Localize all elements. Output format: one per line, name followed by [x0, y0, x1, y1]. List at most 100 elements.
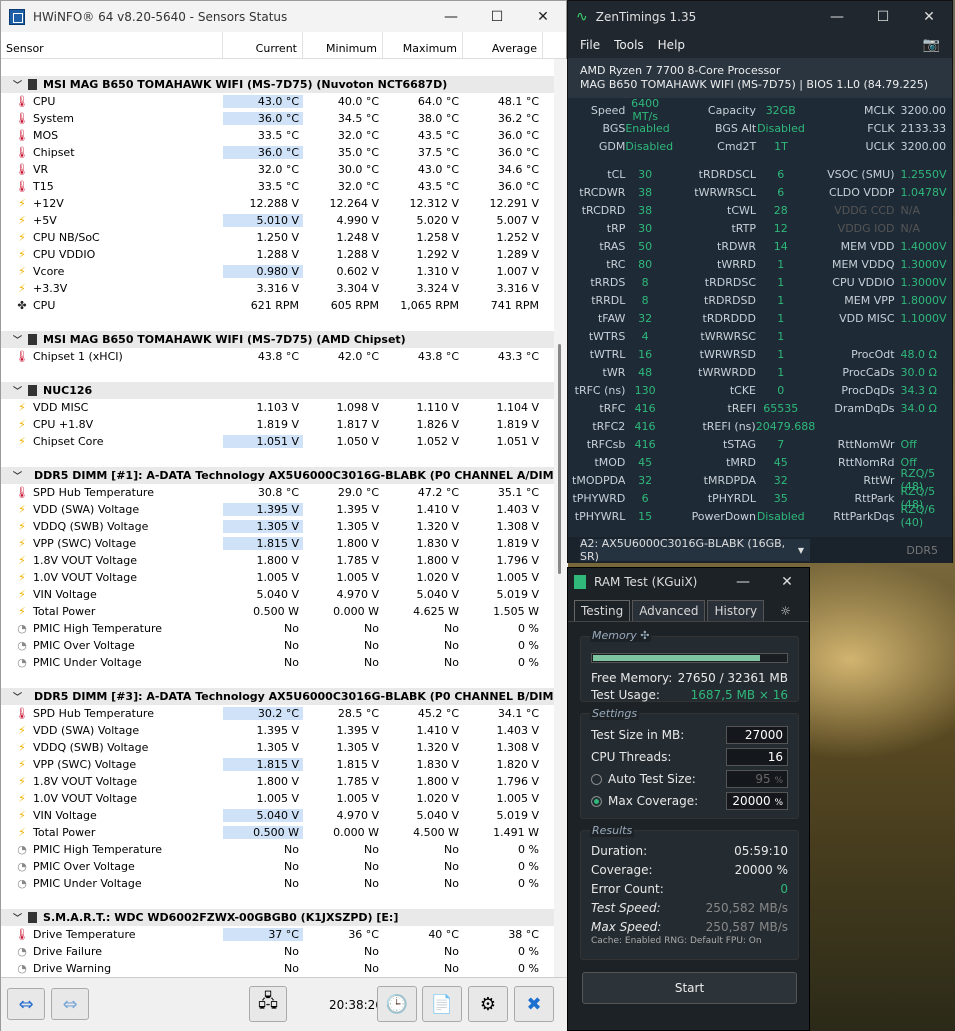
- sensor-row[interactable]: ⚡ VDD MISC 1.103 V 1.098 V 1.110 V 1.104 V: [1, 399, 554, 416]
- add-report-icon[interactable]: 📄: [422, 986, 462, 1022]
- col-sensor[interactable]: Sensor: [1, 32, 223, 58]
- col-current[interactable]: Current: [223, 32, 303, 58]
- sensor-group-header[interactable]: ﹀ NUC126: [1, 382, 554, 399]
- auto-size-input[interactable]: 95 %: [726, 770, 788, 788]
- close-x-icon[interactable]: ✖: [514, 986, 554, 1022]
- hwinfo-titlebar[interactable]: HWiNFO® 64 v8.20-5640 - Sensors Status —…: [1, 1, 566, 32]
- sensor-row[interactable]: ⚡ VDD (SWA) Voltage 1.395 V 1.395 V 1.410 V 1…: [1, 501, 554, 518]
- chevron-down-icon[interactable]: ﹀: [13, 690, 22, 703]
- maximize-button[interactable]: ☐: [474, 9, 520, 25]
- tab-testing[interactable]: Testing: [574, 600, 631, 621]
- module-select[interactable]: A2: AX5U6000C3016G-BLABK (16GB, SR) ▼: [580, 537, 810, 563]
- sensor-row[interactable]: ⚡ 1.8V VOUT Voltage 1.800 V 1.785 V 1.800 V 1…: [1, 773, 554, 790]
- sensor-scrollbar[interactable]: [554, 59, 568, 977]
- sensor-row[interactable]: ◔ PMIC High Temperature No No No 0 %: [1, 620, 554, 637]
- sensor-row[interactable]: ⚡ VDD (SWA) Voltage 1.395 V 1.395 V 1.410 V 1…: [1, 722, 554, 739]
- current-value: 1.395 V: [256, 724, 299, 737]
- menu-tools[interactable]: Tools: [614, 38, 644, 52]
- tab-history[interactable]: History: [707, 600, 765, 621]
- sensor-row[interactable]: 🌡 Chipset 1 (xHCI) 43.8 °C 42.0 °C 43.8 °C 43…: [1, 348, 554, 365]
- menu-help[interactable]: Help: [658, 38, 685, 52]
- menu-file[interactable]: File: [580, 38, 600, 52]
- sensor-row[interactable]: ◔ Drive Warning No No No 0 %: [1, 960, 554, 977]
- cpu-threads-input[interactable]: 16: [726, 748, 788, 766]
- zt-minimize-button[interactable]: —: [814, 9, 860, 25]
- sensor-row[interactable]: 🌡 Drive Temperature 37 °C 36 °C 40 °C 38 °C: [1, 926, 554, 943]
- sensor-group-header[interactable]: ﹀ MSI MAG B650 TOMAHAWK WIFI (MS-7D75) (A…: [1, 331, 554, 348]
- sensor-row[interactable]: ⚡ 1.8V VOUT Voltage 1.800 V 1.785 V 1.800 V 1…: [1, 552, 554, 569]
- sensor-group-header[interactable]: ﹀ S.M.A.R.T.: WDC WD6002FZWX-00GBGB0 (K1J…: [1, 909, 554, 926]
- auto-size-radio[interactable]: [591, 774, 602, 785]
- sensor-group-header[interactable]: ﹀ DDR5 DIMM [#1]: A-DATA Technology AX5U6…: [1, 467, 554, 484]
- sensor-row[interactable]: ⚡ VPP (SWC) Voltage 1.815 V 1.800 V 1.830 V 1…: [1, 535, 554, 552]
- col-average[interactable]: Average: [463, 32, 543, 58]
- chevron-down-icon[interactable]: ﹀: [13, 911, 22, 924]
- sensor-group-header[interactable]: ﹀ DDR5 DIMM [#3]: A-DATA Technology AX5U6…: [1, 688, 554, 705]
- chevron-down-icon[interactable]: ﹀: [13, 78, 22, 91]
- rt-minimize-button[interactable]: —: [721, 574, 765, 590]
- sensor-row[interactable]: ⚡ +5V 5.010 V 4.990 V 5.020 V 5.007 V: [1, 212, 554, 229]
- sensor-row[interactable]: 🌡 CPU 43.0 °C 40.0 °C 64.0 °C 48.1 °C: [1, 93, 554, 110]
- sensor-row[interactable]: 🌡 T15 33.5 °C 32.0 °C 43.5 °C 36.0 °C: [1, 178, 554, 195]
- test-size-input[interactable]: 27000: [726, 726, 788, 744]
- sensor-row[interactable]: ⚡ CPU NB/SoC 1.250 V 1.248 V 1.258 V 1.252 V: [1, 229, 554, 246]
- sensor-row[interactable]: ⚡ 1.0V VOUT Voltage 1.005 V 1.005 V 1.020 V 1…: [1, 569, 554, 586]
- col-minimum[interactable]: Minimum: [303, 32, 383, 58]
- sensor-row[interactable]: ⚡ VDDQ (SWB) Voltage 1.305 V 1.305 V 1.320 V…: [1, 739, 554, 756]
- max-coverage-radio[interactable]: [591, 796, 602, 807]
- sensor-row[interactable]: ◔ PMIC High Temperature No No No 0 %: [1, 841, 554, 858]
- max-coverage-input[interactable]: 20000 %: [726, 792, 788, 810]
- nav-arrows-icon[interactable]: ⇔: [7, 988, 45, 1020]
- minimize-button[interactable]: —: [428, 9, 474, 25]
- sensor-row[interactable]: 🌡 Chipset 36.0 °C 35.0 °C 37.5 °C 36.0 °C: [1, 144, 554, 161]
- sensor-row[interactable]: 🌡 MOS 33.5 °C 32.0 °C 43.5 °C 36.0 °C: [1, 127, 554, 144]
- sensor-name-cell: ◔ Drive Failure: [1, 945, 223, 958]
- rt-close-button[interactable]: ✕: [765, 574, 809, 590]
- sensor-row[interactable]: 🌡 SPD Hub Temperature 30.2 °C 28.5 °C 45.2 °…: [1, 705, 554, 722]
- zentimings-titlebar[interactable]: ∿ ZenTimings 1.35 — ☐ ✕: [568, 1, 952, 32]
- nav-arrows-alt-icon[interactable]: ⇔: [51, 988, 89, 1020]
- sensor-row[interactable]: ⚡ Total Power 0.500 W 0.000 W 4.500 W 1.491 W: [1, 824, 554, 841]
- sensor-row[interactable]: ◔ Drive Failure No No No 0 %: [1, 943, 554, 960]
- tab-advanced[interactable]: Advanced: [632, 600, 706, 621]
- network-icon[interactable]: 🖧: [249, 986, 287, 1022]
- zt-maximize-button[interactable]: ☐: [860, 9, 906, 25]
- sensor-row[interactable]: ⚡ +12V 12.288 V 12.264 V 12.312 V 12.291 V: [1, 195, 554, 212]
- sensor-row[interactable]: ⚡ Chipset Core 1.051 V 1.050 V 1.052 V 1.051 …: [1, 433, 554, 450]
- sensor-row[interactable]: ◔ PMIC Under Voltage No No No 0 %: [1, 654, 554, 671]
- current-value: 30.2 °C: [223, 707, 303, 720]
- sensor-row[interactable]: 🌡 VR 32.0 °C 30.0 °C 43.0 °C 34.6 °C: [1, 161, 554, 178]
- sensor-row[interactable]: ⚡ CPU VDDIO 1.288 V 1.288 V 1.292 V 1.289 V: [1, 246, 554, 263]
- sensor-row[interactable]: ⚡ Vcore 0.980 V 0.602 V 1.310 V 1.007 V: [1, 263, 554, 280]
- close-button[interactable]: ✕: [520, 9, 566, 25]
- sensor-row[interactable]: ⚡ VIN Voltage 5.040 V 4.970 V 5.040 V 5.019 V: [1, 807, 554, 824]
- sensor-row[interactable]: ✤ CPU 621 RPM 605 RPM 1,065 RPM 741 RPM: [1, 297, 554, 314]
- sensor-row[interactable]: ⚡ +3.3V 3.316 V 3.304 V 3.324 V 3.316 V: [1, 280, 554, 297]
- elapsed-time: 20:38:26: [329, 998, 383, 1012]
- sensor-row[interactable]: ⚡ CPU +1.8V 1.819 V 1.817 V 1.826 V 1.819 V: [1, 416, 554, 433]
- chevron-down-icon[interactable]: ﹀: [13, 469, 22, 482]
- sun-settings-icon[interactable]: ☼: [774, 601, 797, 621]
- settings-gear-icon[interactable]: ⚙: [468, 986, 508, 1022]
- sensor-row[interactable]: 🌡 System 36.0 °C 34.5 °C 38.0 °C 36.2 °C: [1, 110, 554, 127]
- chevron-down-icon[interactable]: ﹀: [13, 384, 22, 397]
- sensor-row[interactable]: 🌡 SPD Hub Temperature 30.8 °C 29.0 °C 47.2 °…: [1, 484, 554, 501]
- timing-value: 1: [777, 293, 785, 307]
- scrollbar-thumb[interactable]: [558, 344, 561, 574]
- camera-icon[interactable]: 📷: [923, 37, 940, 53]
- sensor-row[interactable]: ◔ PMIC Over Voltage No No No 0 %: [1, 858, 554, 875]
- sensor-row[interactable]: ◔ PMIC Under Voltage No No No 0 %: [1, 875, 554, 892]
- col-maximum[interactable]: Maximum: [383, 32, 463, 58]
- sensor-row[interactable]: ⚡ VPP (SWC) Voltage 1.815 V 1.815 V 1.830 V 1…: [1, 756, 554, 773]
- clock-icon[interactable]: 🕒: [377, 986, 417, 1022]
- sensor-row[interactable]: ◔ PMIC Over Voltage No No No 0 %: [1, 637, 554, 654]
- start-button[interactable]: Start: [582, 972, 797, 1004]
- sensor-row[interactable]: ⚡ VIN Voltage 5.040 V 4.970 V 5.040 V 5.019 V: [1, 586, 554, 603]
- sensor-row[interactable]: ⚡ Total Power 0.500 W 0.000 W 4.625 W 1.505 W: [1, 603, 554, 620]
- chevron-down-icon[interactable]: ﹀: [13, 333, 22, 346]
- ramtest-titlebar[interactable]: RAM Test (KGuiX) — ✕: [568, 568, 809, 596]
- sensor-group-header[interactable]: ﹀ MSI MAG B650 TOMAHAWK WIFI (MS-7D75) (N…: [1, 76, 554, 93]
- zt-close-button[interactable]: ✕: [906, 9, 952, 25]
- sensor-row[interactable]: ⚡ 1.0V VOUT Voltage 1.005 V 1.005 V 1.020 V 1…: [1, 790, 554, 807]
- sensor-row[interactable]: ⚡ VDDQ (SWB) Voltage 1.305 V 1.305 V 1.320 V…: [1, 518, 554, 535]
